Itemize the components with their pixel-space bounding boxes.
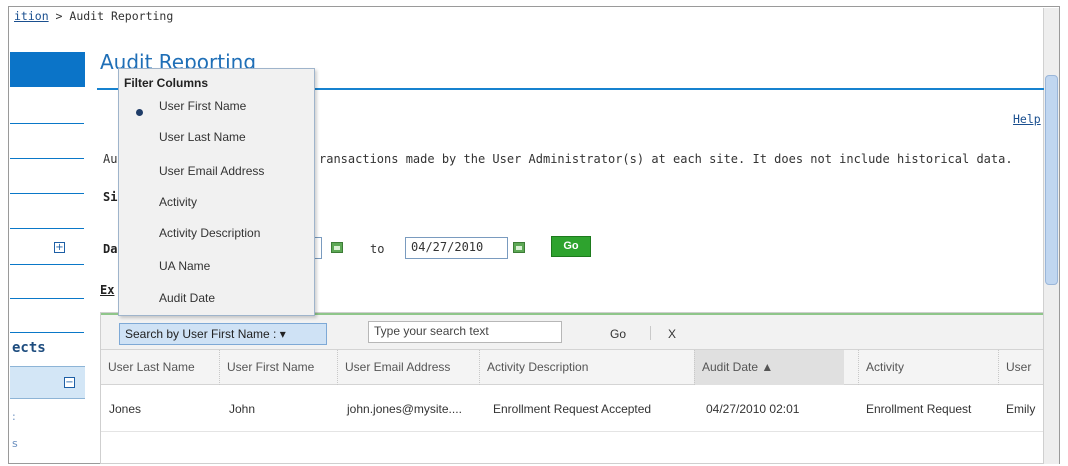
- nav-divider: [10, 298, 84, 299]
- filter-item-activity-description[interactable]: Activity Description: [159, 226, 260, 240]
- nav-section-label: ects: [12, 340, 46, 356]
- search-input[interactable]: Type your search text: [368, 321, 562, 343]
- cell-activity: Enrollment Request: [866, 402, 972, 416]
- search-go-button[interactable]: Go: [610, 327, 626, 341]
- expand-icon[interactable]: +: [54, 242, 65, 253]
- column-header-user[interactable]: User: [998, 350, 1043, 385]
- grid-toolbar: Search by User First Name : ▾ Type your …: [101, 313, 1043, 350]
- calendar-icon[interactable]: [513, 242, 525, 253]
- end-date-input[interactable]: 04/27/2010: [405, 237, 508, 259]
- column-header-audit-date[interactable]: Audit Date ▲: [694, 350, 844, 385]
- calendar-icon[interactable]: [331, 242, 343, 253]
- chevron-down-icon: ▾: [279, 327, 286, 341]
- export-link[interactable]: Ex: [100, 283, 114, 297]
- cell-email: john.jones@mysite....: [347, 402, 462, 416]
- breadcrumb: ition > Audit Reporting: [14, 9, 173, 23]
- filter-item-audit-date[interactable]: Audit Date: [159, 291, 215, 305]
- filter-columns-menu: Filter Columns User First Name User Last…: [118, 68, 315, 316]
- nav-divider: [10, 228, 84, 229]
- search-by-label: Search by User First Name :: [125, 327, 277, 341]
- help-link[interactable]: Help: [1013, 112, 1041, 126]
- breadcrumb-current: Audit Reporting: [69, 9, 174, 23]
- nav-divider: [10, 264, 84, 265]
- date-go-button[interactable]: Go: [551, 236, 591, 257]
- nav-divider: [10, 193, 84, 194]
- nav-item-selected[interactable]: −: [10, 366, 85, 399]
- nav-item-fragment[interactable]: :: [12, 410, 16, 423]
- audit-grid: Search by User First Name : ▾ Type your …: [100, 312, 1044, 464]
- selected-radio-icon: [136, 109, 143, 116]
- nav-divider: [10, 158, 84, 159]
- filter-item-user-last-name[interactable]: User Last Name: [159, 130, 246, 144]
- cell-first-name: John: [229, 402, 256, 416]
- description-text: ransactions made by the User Administrat…: [319, 152, 1013, 166]
- column-header-first-name[interactable]: User First Name: [219, 350, 337, 385]
- cell-user: Emily: [1006, 402, 1036, 416]
- column-header-email[interactable]: User Email Address: [337, 350, 479, 385]
- description-start: Au: [103, 152, 118, 166]
- search-by-dropdown[interactable]: Search by User First Name : ▾: [119, 323, 327, 345]
- nav-divider: [10, 332, 84, 333]
- filter-item-activity[interactable]: Activity: [159, 195, 197, 209]
- nav-item-fragment[interactable]: s: [12, 437, 18, 450]
- clear-search-button[interactable]: X: [668, 327, 676, 341]
- to-label: to: [370, 242, 385, 256]
- filter-item-user-first-name[interactable]: User First Name: [159, 99, 246, 113]
- column-header-activity-description[interactable]: Activity Description: [479, 350, 694, 385]
- cell-audit-date: 04/27/2010 02:01: [706, 402, 800, 416]
- filter-item-user-email[interactable]: User Email Address: [159, 164, 264, 178]
- collapse-icon[interactable]: −: [64, 377, 75, 388]
- site-label: Si: [103, 190, 118, 204]
- nav-divider: [10, 123, 84, 124]
- start-date-input[interactable]: [314, 237, 322, 259]
- cell-last-name: Jones: [109, 402, 142, 416]
- grid-header: User Last Name User First Name User Emai…: [101, 350, 1043, 385]
- cell-activity-description: Enrollment Request Accepted: [493, 402, 652, 416]
- breadcrumb-separator: >: [48, 9, 70, 23]
- filter-item-ua-name[interactable]: UA Name: [159, 259, 210, 273]
- toolbar-separator: [650, 326, 651, 340]
- table-row[interactable]: Jones John john.jones@mysite.... Enrollm…: [101, 386, 1043, 432]
- nav-item-active[interactable]: [10, 52, 85, 87]
- date-label: Da: [103, 242, 118, 256]
- column-header-activity[interactable]: Activity: [858, 350, 998, 385]
- scrollbar-thumb[interactable]: [1045, 75, 1058, 285]
- breadcrumb-parent-link[interactable]: ition: [14, 9, 49, 23]
- filter-menu-title: Filter Columns: [124, 76, 209, 90]
- column-header-last-name[interactable]: User Last Name: [101, 350, 219, 385]
